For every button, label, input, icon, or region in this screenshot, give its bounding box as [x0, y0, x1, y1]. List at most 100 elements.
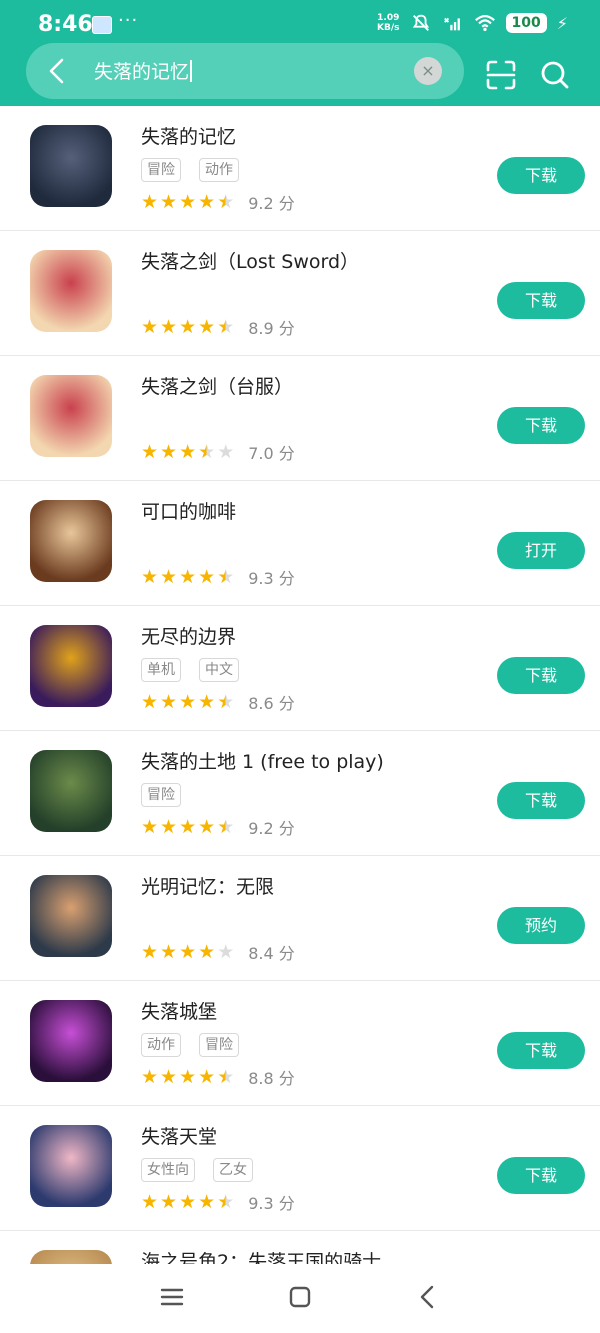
category-tag: 中文 [199, 658, 239, 682]
rating-score: 8.6 分 [248, 694, 295, 713]
star-icon: ★ [217, 1066, 235, 1088]
rating-score: 9.2 分 [248, 819, 295, 838]
rating-score: 8.4 分 [248, 944, 295, 963]
star-icon: ★ [179, 191, 197, 213]
star-rating: ★ ★ ★ ★ ★ 8.6 分 [141, 690, 295, 714]
app-icon-image[interactable] [30, 500, 112, 582]
star-icon: ★ [217, 316, 235, 338]
star-icon: ★ [179, 1191, 197, 1213]
result-row[interactable]: 可口的咖啡 ★ ★ ★ ★ ★ 9.3 分打开 [0, 481, 600, 606]
result-row[interactable]: 失落城堡动作 冒险 ★ ★ ★ ★ ★ 8.8 分 下载 [0, 981, 600, 1106]
app-name[interactable]: 失落天堂 [141, 1122, 217, 1149]
star-icon: ★ [217, 816, 235, 838]
scan-icon[interactable] [484, 58, 518, 92]
result-row[interactable]: 失落之剑（台服） ★ ★ ★ ★ ★ 7.0 分下载 [0, 356, 600, 481]
category-tag: 动作 [141, 1033, 181, 1057]
star-icon: ★ [141, 191, 159, 213]
star-icon: ★ [198, 1066, 216, 1088]
rating-score: 9.3 分 [248, 569, 295, 588]
app-icon-image[interactable] [30, 375, 112, 457]
result-row[interactable]: 失落的记忆 冒险 动作 ★ ★ ★ ★ ★ 9.2 分下载 [0, 106, 600, 231]
app-action-button[interactable]: 下载 [497, 657, 585, 694]
rating-score: 7.0 分 [248, 444, 295, 463]
star-icon: ★ [217, 691, 235, 713]
app-icon-image[interactable] [30, 250, 112, 332]
app-name[interactable]: 失落之剑（台服） [141, 372, 293, 399]
search-input[interactable]: 失落的记忆 [94, 57, 193, 84]
app-action-button[interactable]: 下载 [497, 407, 585, 444]
app-action-button[interactable]: 下载 [497, 1157, 585, 1194]
category-tag: 单机 [141, 658, 181, 682]
star-icon: ★ [141, 691, 159, 713]
app-icon-image[interactable] [30, 1125, 112, 1207]
app-name[interactable]: 光明记忆：无限 [141, 872, 274, 899]
app-name[interactable]: 失落之剑（Lost Sword） [141, 247, 359, 274]
category-tag: 女性向 [141, 1158, 195, 1182]
clear-search-button[interactable]: × [414, 57, 442, 85]
back-arrow-icon[interactable] [42, 55, 74, 87]
star-icon: ★ [198, 691, 216, 713]
app-name[interactable]: 失落的记忆 [141, 122, 236, 149]
result-row[interactable]: 失落天堂 女性向 乙女 ★ ★ ★ ★ ★ 9.3 分下载 [0, 1106, 600, 1231]
result-row[interactable]: 失落的土地 1 (free to play) 冒险 ★ ★ ★ ★ ★ 9.2 分下载 [0, 731, 600, 856]
app-icon-image[interactable] [30, 1000, 112, 1082]
app-name[interactable]: 可口的咖啡 [141, 497, 236, 524]
app-action-button[interactable]: 下载 [497, 157, 585, 194]
star-icon: ★ [198, 191, 216, 213]
star-icon: ★ [198, 941, 216, 963]
menu-icon[interactable] [157, 1282, 187, 1312]
star-rating: ★ ★ ★ ★ ★ 9.3 分 [141, 1190, 295, 1214]
app-action-button[interactable]: 下载 [497, 282, 585, 319]
star-icon: ★ [179, 816, 197, 838]
star-icon: ★ [160, 1066, 178, 1088]
rating-score: 9.2 分 [248, 194, 295, 213]
star-icon: ★ [198, 816, 216, 838]
star-icon: ★ [160, 816, 178, 838]
star-icon: ★ [160, 191, 178, 213]
app-icon-image[interactable] [30, 125, 112, 207]
star-icon: ★ [198, 441, 216, 463]
app-icon-image[interactable] [30, 750, 112, 832]
app-icon-image[interactable] [30, 875, 112, 957]
back-icon[interactable] [413, 1282, 443, 1312]
battery-level: 100 [505, 13, 547, 33]
category-tag: 乙女 [213, 1158, 253, 1182]
star-icon: ★ [198, 316, 216, 338]
signal-icon [443, 17, 460, 31]
mute-icon [412, 14, 429, 31]
app-action-button[interactable]: 下载 [497, 782, 585, 819]
network-speed-value: 1.09 [377, 13, 400, 23]
star-rating: ★ ★ ★ ★ ★ 7.0 分 [141, 440, 295, 464]
rating-score: 9.3 分 [248, 1194, 295, 1213]
star-icon: ★ [179, 316, 197, 338]
star-rating: ★ ★ ★ ★ ★ 8.8 分 [141, 1065, 295, 1089]
app-name[interactable]: 无尽的边界 [141, 622, 236, 649]
top-header: 8:46 ··· 1.09 KB/s 100 ⚡ 失落的记忆 × [0, 0, 600, 106]
search-icon[interactable] [538, 58, 572, 92]
app-icon-image[interactable] [30, 625, 112, 707]
star-rating: ★ ★ ★ ★ ★ 8.9 分 [141, 315, 295, 339]
star-icon: ★ [217, 441, 235, 463]
category-tag: 动作 [199, 158, 239, 182]
text-caret [190, 60, 193, 82]
search-bar[interactable]: 失落的记忆 × [26, 43, 464, 99]
star-rating: ★ ★ ★ ★ ★ 9.2 分 [141, 815, 295, 839]
star-icon: ★ [217, 191, 235, 213]
star-rating: ★ ★ ★ ★ ★ 9.2 分 [141, 190, 295, 214]
result-row[interactable]: 无尽的边界 单机 中文 ★ ★ ★ ★ ★ 8.6 分下载 [0, 606, 600, 731]
star-icon: ★ [179, 1066, 197, 1088]
app-name[interactable]: 失落的土地 1 (free to play) [141, 747, 384, 774]
star-icon: ★ [160, 566, 178, 588]
result-row[interactable]: 光明记忆：无限 ★ ★ ★ ★ ★ 8.4 分预约 [0, 856, 600, 981]
home-icon[interactable] [285, 1282, 315, 1312]
app-action-button[interactable]: 下载 [497, 1032, 585, 1069]
category-tag: 冒险 [141, 158, 181, 182]
result-row[interactable]: 失落之剑（Lost Sword） ★ ★ ★ ★ ★ 8.9 分 下载 [0, 231, 600, 356]
star-icon: ★ [179, 566, 197, 588]
tag-list: 动作 冒险 [141, 1033, 239, 1057]
app-action-button[interactable]: 预约 [497, 907, 585, 944]
app-name[interactable]: 失落城堡 [141, 997, 217, 1024]
app-action-button[interactable]: 打开 [497, 532, 585, 569]
tag-list: 单机 中文 [141, 658, 239, 682]
star-icon: ★ [198, 566, 216, 588]
